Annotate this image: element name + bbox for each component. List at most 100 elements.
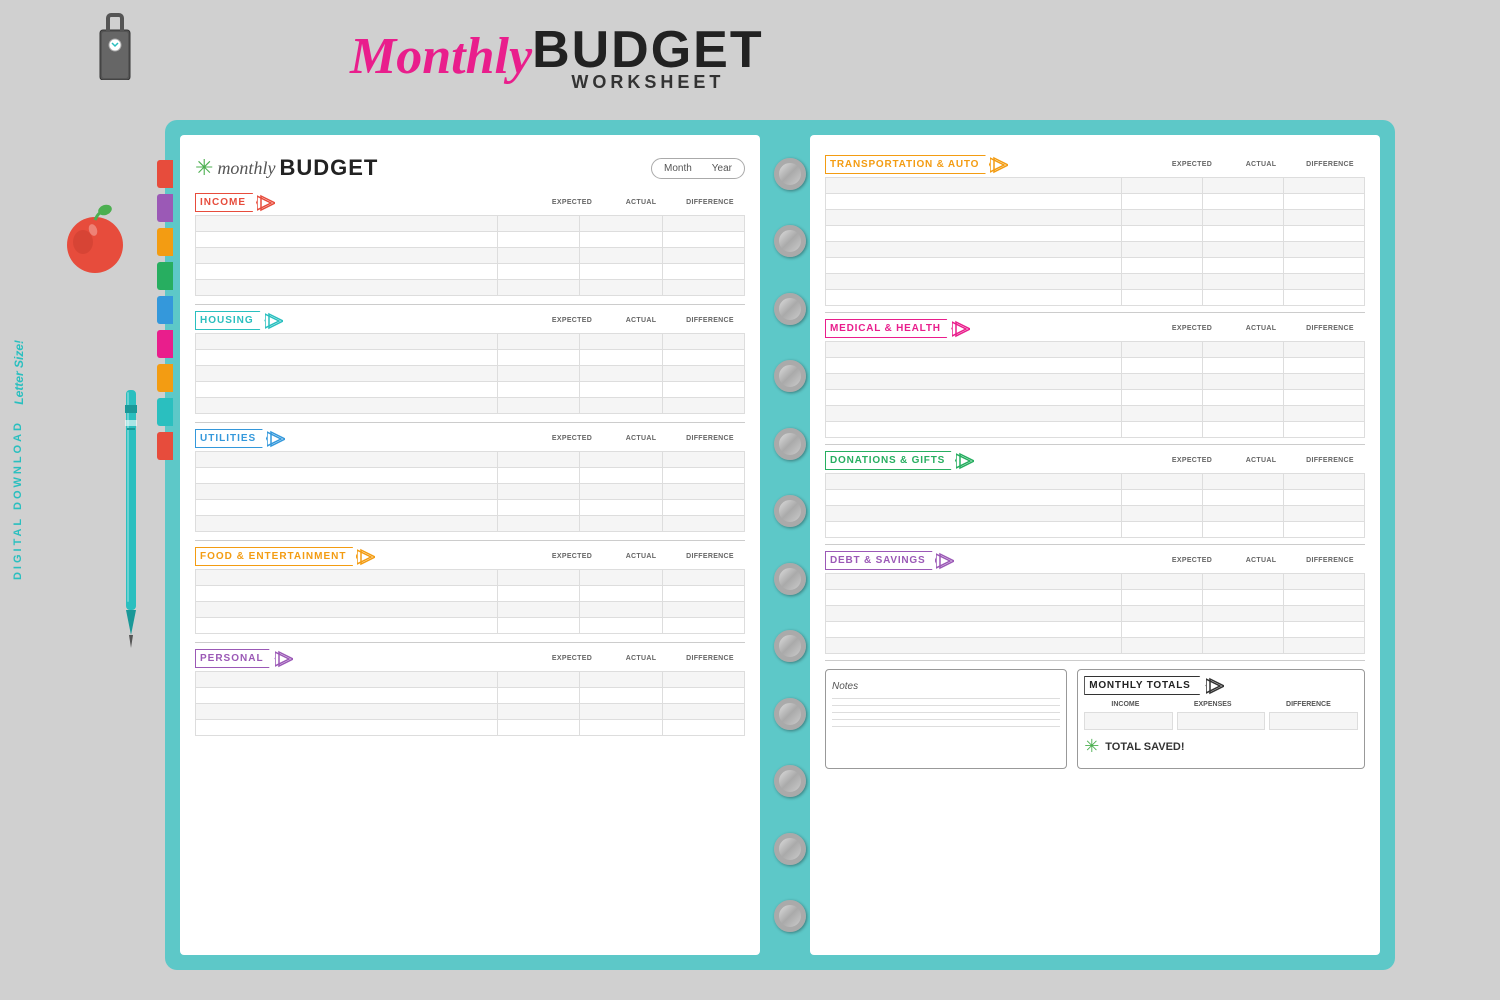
debt-table: [825, 573, 1365, 654]
totals-difference-col: DIFFERENCE: [1286, 701, 1331, 708]
medical-expected-col: EXPECTED: [1157, 325, 1227, 332]
tab-teal: [157, 398, 173, 426]
personal-arrow: [275, 650, 293, 668]
food-label: FOOD & ENTERTAINMENT: [195, 547, 357, 566]
personal-table: [195, 671, 745, 736]
pen-decoration: [120, 390, 138, 650]
utilities-header: UTILITIES: [195, 429, 285, 448]
ring: [774, 833, 806, 865]
utilities-difference-col: DIFFERENCE: [675, 435, 745, 442]
table-row: [196, 382, 745, 398]
table-row: [196, 570, 745, 586]
table-row: [196, 672, 745, 688]
tab-pink: [157, 330, 173, 358]
housing-section: HOUSING EXPECTED ACTUAL DIFFERENCE: [195, 311, 745, 414]
income-section: INCOME EXPECTED ACTUAL DIFFERENCE: [195, 193, 745, 296]
table-row: [196, 720, 745, 736]
table-row: [196, 232, 745, 248]
donations-expected-col: EXPECTED: [1157, 457, 1227, 464]
housing-expected-col: EXPECTED: [537, 317, 607, 324]
medical-section: MEDICAL & HEALTH EXPECTED ACTUAL DIFFERE…: [825, 319, 1365, 438]
side-text: Letter Size! DIGITAL DOWNLOAD: [12, 340, 26, 580]
table-row: [196, 586, 745, 602]
debt-expected-col: EXPECTED: [1157, 557, 1227, 564]
donations-section: DONATIONS & GIFTS EXPECTED ACTUAL DIFFER…: [825, 451, 1365, 538]
tab-strips-left: [157, 160, 173, 460]
transport-difference-col: DIFFERENCE: [1295, 161, 1365, 168]
digital-download-text: DIGITAL DOWNLOAD: [12, 420, 26, 580]
income-arrow: [257, 194, 275, 212]
table-row: [196, 264, 745, 280]
tab-blue: [157, 296, 173, 324]
table-row: [196, 334, 745, 350]
table-row: [826, 406, 1365, 422]
monthly-totals-label: MONTHLY TOTALS: [1084, 676, 1205, 695]
ring: [774, 428, 806, 460]
income-actual-col: ACTUAL: [611, 199, 671, 206]
utilities-actual-col: ACTUAL: [611, 435, 671, 442]
table-row: [826, 622, 1365, 638]
totals-expenses-cell: [1177, 712, 1266, 730]
table-row: [826, 242, 1365, 258]
table-row: [826, 574, 1365, 590]
table-row: [826, 194, 1365, 210]
ring: [774, 293, 806, 325]
transport-actual-col: ACTUAL: [1231, 161, 1291, 168]
medical-arrow: [952, 320, 970, 338]
notes-box: Notes: [825, 669, 1067, 769]
personal-label: PERSONAL: [195, 649, 275, 668]
donations-arrow: [956, 452, 974, 470]
medical-actual-col: ACTUAL: [1231, 325, 1291, 332]
debt-difference-col: DIFFERENCE: [1295, 557, 1365, 564]
table-row: [826, 178, 1365, 194]
title-worksheet: WORKSHEET: [532, 72, 764, 93]
table-row: [196, 516, 745, 532]
table-row: [826, 274, 1365, 290]
table-row: [826, 490, 1365, 506]
totals-data-row: [1084, 712, 1358, 730]
transport-label: TRANSPORTATION & AUTO: [825, 155, 990, 174]
table-row: [196, 366, 745, 382]
donations-label: DONATIONS & GIFTS: [825, 451, 956, 470]
debt-actual-col: ACTUAL: [1231, 557, 1291, 564]
binder-clip: [90, 10, 140, 80]
title-monthly: Monthly: [350, 27, 532, 86]
table-row: [826, 290, 1365, 306]
food-table: [195, 569, 745, 634]
debt-arrow: [936, 552, 954, 570]
totals-arrow: [1206, 677, 1224, 695]
binder: ✳ monthly BUDGET Month Year INCOME EXPEC…: [165, 120, 1395, 970]
debt-label: DEBT & SAVINGS: [825, 551, 936, 570]
monthly-totals-box: MONTHLY TOTALS INCOME EXPENSES DIFFERENC…: [1077, 669, 1365, 769]
table-row: [826, 638, 1365, 654]
income-header: INCOME: [195, 193, 275, 212]
logo: ✳ monthly BUDGET: [195, 155, 378, 181]
right-page: TRANSPORTATION & AUTO EXPECTED ACTUAL DI…: [810, 135, 1380, 955]
tab-purple: [157, 194, 173, 222]
page-header: ✳ monthly BUDGET Month Year: [195, 155, 745, 181]
personal-actual-col: ACTUAL: [611, 655, 671, 662]
income-difference-col: DIFFERENCE: [675, 199, 745, 206]
total-saved-label: TOTAL SAVED!: [1105, 741, 1184, 753]
total-saved-star: ✳: [1084, 736, 1099, 757]
logo-star: ✳: [195, 155, 213, 181]
table-row: [826, 474, 1365, 490]
totals-difference-cell: [1269, 712, 1358, 730]
medical-header: MEDICAL & HEALTH: [825, 319, 970, 338]
table-row: [826, 422, 1365, 438]
donations-difference-col: DIFFERENCE: [1295, 457, 1365, 464]
table-row: [196, 248, 745, 264]
apple-decoration: [55, 200, 135, 280]
table-row: [826, 374, 1365, 390]
ring: [774, 765, 806, 797]
table-row: [826, 606, 1365, 622]
personal-expected-col: EXPECTED: [537, 655, 607, 662]
table-row: [196, 452, 745, 468]
transport-arrow: [990, 156, 1008, 174]
donations-header: DONATIONS & GIFTS: [825, 451, 974, 470]
totals-income-cell: [1084, 712, 1173, 730]
totals-income-col: INCOME: [1111, 701, 1139, 708]
income-expected-col: EXPECTED: [537, 199, 607, 206]
housing-label: HOUSING: [195, 311, 265, 330]
table-row: [196, 484, 745, 500]
